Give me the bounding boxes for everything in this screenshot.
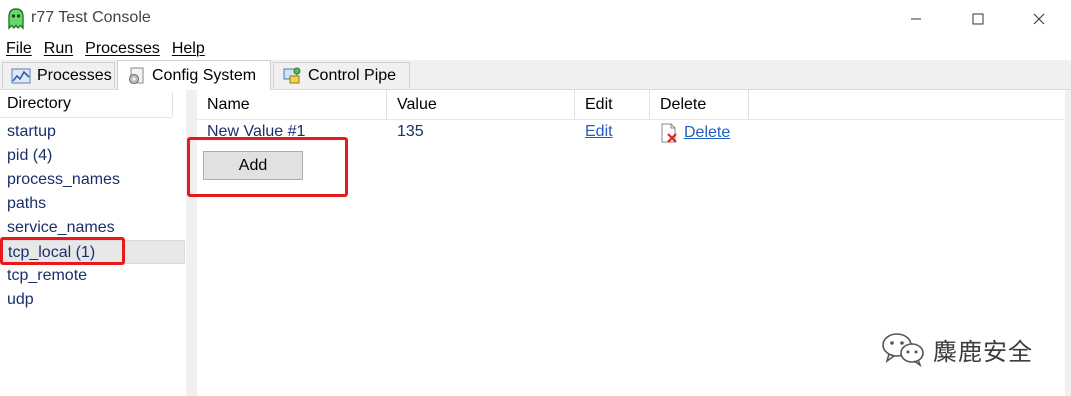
column-header-name[interactable]: Name [197,90,387,119]
panel-splitter[interactable] [186,90,197,396]
directory-item-service-names[interactable]: service_names [0,216,185,240]
cell-name: New Value #1 [207,123,306,140]
close-button[interactable] [1016,0,1062,38]
column-header-value[interactable]: Value [387,90,575,119]
watermark-text: 麋鹿安全 [933,337,1033,366]
cell-value: 135 [397,123,424,140]
tab-config-system[interactable]: Config System [117,60,271,90]
menu-file[interactable]: File [0,38,38,60]
directory-item-paths[interactable]: paths [0,192,185,216]
column-header-edit[interactable]: Edit [575,90,650,119]
grid-header: Name Value Edit Delete [197,90,1065,120]
directory-item-pid[interactable]: pid (4) [0,144,185,168]
directory-item-tcp-local[interactable]: tcp_local (1) [0,240,185,264]
gear-document-icon [129,67,144,84]
menu-processes[interactable]: Processes [79,38,166,60]
maximize-button[interactable] [955,0,1001,38]
minimize-button[interactable] [893,0,939,38]
maximize-icon [972,13,984,25]
pipe-icon [283,67,301,83]
edit-cell: Edit [575,120,613,146]
tab-strip: Processes Config System Control Pipe [0,60,1071,90]
ghost-icon [8,8,24,30]
scrollbar[interactable] [1065,90,1071,396]
delete-link[interactable]: Delete [684,121,730,145]
tab-label: Processes [37,66,112,84]
wechat-icon [882,333,924,367]
window-title: r77 Test Console [31,9,151,26]
tab-control-pipe[interactable]: Control Pipe [273,62,410,88]
column-divider [172,92,173,116]
directory-item-udp[interactable]: udp [0,288,185,312]
watermark: 麋鹿安全 [881,331,1033,367]
column-header-delete[interactable]: Delete [650,90,749,119]
menu-bar: File Run Processes Help [0,38,1071,60]
edit-link[interactable]: Edit [585,123,613,140]
delete-cell: Delete [650,120,730,146]
tab-label: Control Pipe [308,66,397,84]
title-bar: r77 Test Console [0,0,1071,38]
delete-document-icon [661,123,677,143]
directory-item-process-names[interactable]: process_names [0,168,185,192]
minimize-icon [911,18,921,20]
menu-run[interactable]: Run [38,38,79,60]
directory-item-startup[interactable]: startup [0,120,185,144]
close-icon [1033,13,1045,25]
directory-header: Directory [0,90,172,118]
directory-panel: Directory startup pid (4) process_names … [0,90,186,396]
tab-processes[interactable]: Processes [2,62,115,88]
directory-item-tcp-remote[interactable]: tcp_remote [0,264,185,288]
chart-icon [11,68,31,83]
tab-label: Config System [152,66,257,84]
menu-help[interactable]: Help [166,38,211,60]
table-row: New Value #1 135 Edit Delete [197,120,1065,146]
add-button[interactable]: Add [203,151,303,180]
